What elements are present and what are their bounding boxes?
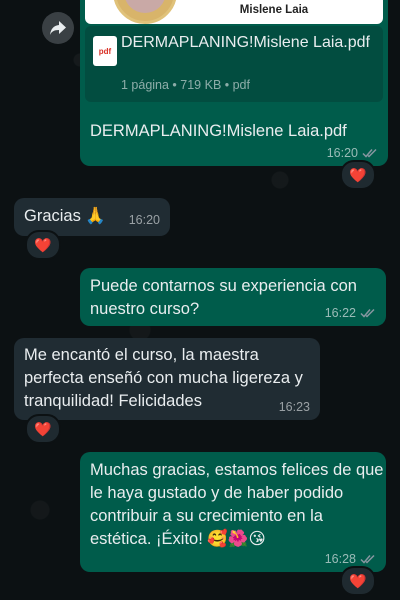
message-time: 16:23: [278, 400, 310, 414]
message-bubble-outgoing[interactable]: Puede contarnos su experiencia con nuest…: [80, 268, 386, 326]
document-card[interactable]: pdf DERMAPLANING!Mislene Laia.pdf 1 pági…: [85, 26, 383, 102]
reaction-badge[interactable]: ❤️: [340, 160, 376, 190]
pdf-file-icon: pdf: [93, 36, 117, 66]
message-time: 16:20: [326, 146, 358, 160]
heart-reaction-icon: ❤️: [34, 420, 52, 437]
forward-icon: [50, 21, 66, 35]
forward-button[interactable]: [42, 12, 74, 44]
message-text: Muchas gracias, estamos felices de que l…: [90, 461, 384, 548]
document-message[interactable]: Mislene Laia pdf DERMAPLANING!Mislene La…: [80, 0, 388, 166]
message-time: 16:22: [324, 306, 356, 320]
read-ticks-icon: [360, 554, 375, 564]
heart-reaction-icon: ❤️: [349, 166, 367, 183]
message-meta: 16:22: [325, 306, 376, 320]
document-caption: DERMAPLANING!Mislene Laia.pdf: [90, 122, 347, 140]
message-bubble-outgoing[interactable]: Muchas gracias, estamos felices de que l…: [80, 452, 386, 572]
document-file-info: 1 página • 719 KB • pdf: [121, 78, 250, 92]
heart-reaction-icon: ❤️: [349, 572, 367, 589]
document-preview-thumbnail[interactable]: Mislene Laia: [85, 0, 383, 24]
reaction-badge[interactable]: ❤️: [25, 414, 61, 444]
message-meta: 16:20: [327, 146, 378, 160]
heart-reaction-icon: ❤️: [34, 236, 52, 253]
message-meta: 16:28: [325, 552, 376, 566]
message-time: 16:20: [128, 213, 160, 227]
message-text: Gracias 🙏: [24, 207, 106, 225]
read-ticks-icon: [362, 148, 377, 158]
read-ticks-icon: [360, 308, 375, 318]
message-time: 16:28: [324, 552, 356, 566]
reaction-badge[interactable]: ❤️: [340, 566, 376, 596]
reaction-badge[interactable]: ❤️: [25, 230, 61, 260]
document-file-name: DERMAPLANING!Mislene Laia.pdf: [121, 34, 370, 51]
message-text: Me encantó el curso, la maestra perfecta…: [24, 346, 303, 410]
chat-panel: Mislene Laia pdf DERMAPLANING!Mislene La…: [0, 0, 400, 600]
preview-title: Mislene Laia: [239, 4, 309, 16]
message-bubble-incoming[interactable]: Me encantó el curso, la maestra perfecta…: [14, 338, 320, 420]
